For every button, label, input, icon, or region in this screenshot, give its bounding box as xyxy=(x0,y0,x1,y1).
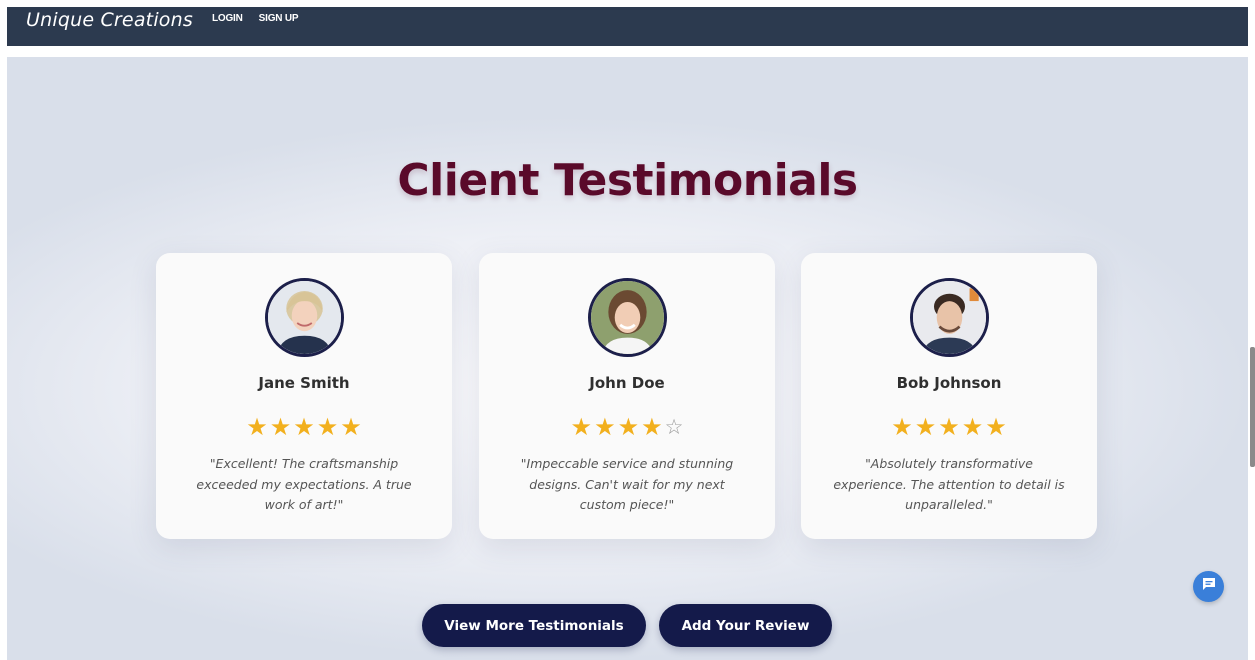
client-name: John Doe xyxy=(589,374,665,392)
star-filled-icon: ★ xyxy=(316,413,339,441)
star-filled-icon: ★ xyxy=(293,413,315,441)
avatar xyxy=(588,278,667,357)
top-navbar: Unique Creations LOGIN SIGN UP xyxy=(7,7,1248,46)
testimonial-quote: "Excellent! The craftsmanship exceeded m… xyxy=(196,456,412,512)
star-filled-icon: ★ xyxy=(985,413,1007,441)
star-filled-icon: ★ xyxy=(938,413,960,441)
add-review-button[interactable]: Add Your Review xyxy=(659,604,832,647)
star-outline-icon: ☆ xyxy=(664,415,684,439)
star-rating: ★ ★ ★ ★ ★ xyxy=(156,413,452,441)
star-rating: ★ ★ ★ ★ ★ xyxy=(801,413,1097,441)
scrollbar-handle[interactable] xyxy=(1250,347,1255,467)
client-name: Bob Johnson xyxy=(896,374,1002,392)
star-filled-icon: ★ xyxy=(641,413,663,441)
star-filled-icon: ★ xyxy=(246,413,268,441)
star-filled-icon: ★ xyxy=(961,413,984,441)
brand-logo[interactable]: Unique Creations xyxy=(26,9,193,31)
avatar xyxy=(910,278,989,357)
testimonial-card: Bob Johnson ★ ★ ★ ★ ★ "Absolutely transforma… xyxy=(801,253,1097,539)
section-title: Client Testimonials xyxy=(397,155,858,206)
star-filled-icon: ★ xyxy=(891,413,913,441)
star-filled-icon: ★ xyxy=(269,413,292,441)
avatar xyxy=(265,278,344,357)
star-filled-icon: ★ xyxy=(914,413,937,441)
nav-signup-link[interactable]: SIGN UP xyxy=(259,9,299,29)
testimonial-card: Jane Smith ★ ★ ★ ★ ★ "Excellent! The craftsm… xyxy=(156,253,452,539)
star-filled-icon: ★ xyxy=(340,413,362,441)
nav-login-link[interactable]: LOGIN xyxy=(212,9,243,29)
star-rating: ★ ★ ★ ★ ☆ xyxy=(479,413,775,441)
star-filled-icon: ★ xyxy=(570,413,593,441)
chat-button[interactable] xyxy=(1193,571,1224,602)
testimonial-card: John Doe ★ ★ ★ ★ ☆ "Impeccable service and s… xyxy=(479,253,775,539)
testimonial-quote: "Impeccable service and stunning designs… xyxy=(520,456,734,512)
star-filled-icon: ★ xyxy=(617,413,640,441)
testimonials-section: Client Testimonials Jane Smith ★ ★ ★ ★ ★ "Ex… xyxy=(7,57,1248,660)
view-more-testimonials-button[interactable]: View More Testimonials xyxy=(422,604,646,647)
testimonial-quote: "Absolutely transformative experience. T… xyxy=(833,456,1065,512)
chat-bubble-icon xyxy=(1201,576,1217,597)
client-name: Jane Smith xyxy=(258,374,350,392)
star-filled-icon: ★ xyxy=(594,413,616,441)
